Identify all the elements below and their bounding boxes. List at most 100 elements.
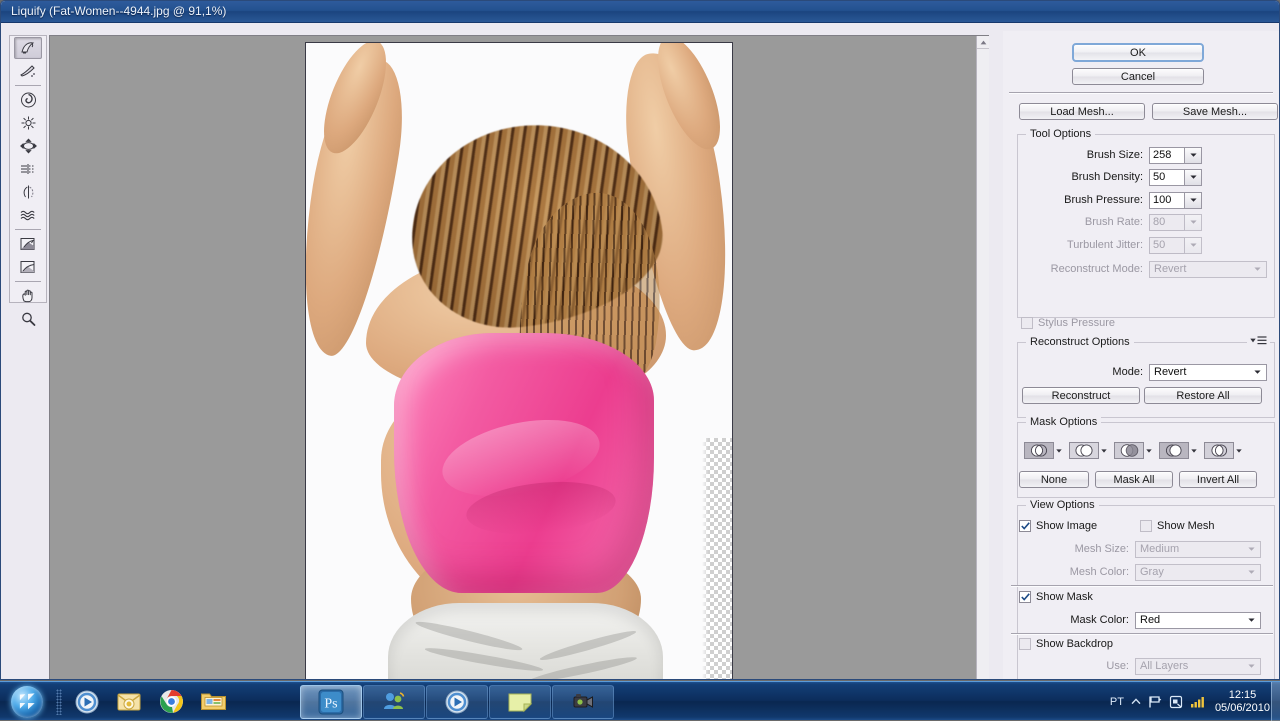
task-media-player[interactable] bbox=[426, 684, 488, 719]
push-left-tool[interactable] bbox=[14, 158, 42, 180]
outlook-icon bbox=[117, 693, 141, 710]
language-indicator[interactable]: PT bbox=[1110, 696, 1124, 708]
reconstruct-options-flyout-menu[interactable] bbox=[1247, 336, 1270, 345]
task-sticky-note[interactable] bbox=[489, 684, 551, 719]
image-canvas-area[interactable] bbox=[49, 35, 989, 679]
turbulence-tool[interactable] bbox=[14, 204, 42, 226]
mask-color-label: Mask Color: bbox=[1070, 614, 1129, 626]
brush-density-label: Brush Density: bbox=[1071, 171, 1143, 183]
title-bar[interactable]: Liquify (Fat-Women--4944.jpg @ 91,1%) bbox=[1, 1, 1279, 23]
mesh-color-select[interactable]: Gray bbox=[1135, 563, 1261, 581]
mirror-tool[interactable] bbox=[14, 181, 42, 203]
clock[interactable]: 12:15 05/06/2010 bbox=[1215, 689, 1270, 715]
save-mesh-button[interactable]: Save Mesh... bbox=[1152, 103, 1278, 120]
freeze-mask-tool[interactable] bbox=[14, 233, 42, 255]
brush-rate-input[interactable]: 80 bbox=[1149, 213, 1185, 231]
reconstruct-mode-combo[interactable]: Revert bbox=[1149, 363, 1267, 381]
action-center-icon[interactable] bbox=[1169, 695, 1183, 709]
quick-launch-media-player[interactable] bbox=[67, 684, 107, 720]
canvas-vertical-scrollbar[interactable] bbox=[976, 36, 989, 679]
reconstruct-button[interactable]: Reconstruct bbox=[1022, 387, 1140, 404]
cancel-button[interactable]: Cancel bbox=[1072, 68, 1204, 85]
stylus-pressure-label: Stylus Pressure bbox=[1038, 317, 1116, 329]
mask-mode-subtract-dropdown[interactable] bbox=[1145, 442, 1153, 459]
brush-pressure-dropdown[interactable] bbox=[1185, 191, 1202, 209]
task-photoshop[interactable]: Ps bbox=[300, 684, 362, 719]
brush-size-dropdown[interactable] bbox=[1185, 146, 1202, 164]
mask-mode-replace-dropdown[interactable] bbox=[1055, 442, 1063, 459]
mask-all-button[interactable]: Mask All bbox=[1095, 471, 1173, 488]
mask-color-select[interactable]: Red bbox=[1135, 611, 1261, 629]
bloat-tool[interactable] bbox=[14, 135, 42, 157]
mask-mode-invert-selection[interactable] bbox=[1204, 442, 1234, 459]
chevron-down-icon bbox=[1189, 198, 1197, 202]
mask-mode-invert-dropdown[interactable] bbox=[1235, 442, 1243, 459]
ok-button[interactable]: OK bbox=[1072, 43, 1204, 62]
network-signal-icon[interactable] bbox=[1190, 695, 1205, 708]
quick-launch-outlook[interactable] bbox=[109, 684, 149, 720]
brush-size-label: Brush Size: bbox=[1086, 149, 1143, 161]
mask-mode-intersect-with-selection[interactable] bbox=[1159, 442, 1189, 459]
pucker-tool[interactable] bbox=[14, 112, 42, 134]
brush-density-dropdown[interactable] bbox=[1185, 168, 1202, 186]
mask-mode-add-dropdown[interactable] bbox=[1100, 442, 1108, 459]
turbulent-jitter-dropdown[interactable] bbox=[1185, 236, 1202, 254]
show-image-checkbox[interactable]: Show Image bbox=[1019, 520, 1097, 532]
show-backdrop-checkbox[interactable]: Show Backdrop bbox=[1019, 638, 1113, 650]
show-mask-checkbox[interactable]: Show Mask bbox=[1019, 591, 1093, 603]
brush-pressure-input[interactable]: 100 bbox=[1149, 191, 1185, 209]
stylus-pressure-checkbox[interactable]: Stylus Pressure bbox=[1021, 317, 1115, 329]
show-mesh-box bbox=[1140, 520, 1152, 532]
invert-selection-icon bbox=[1211, 444, 1228, 457]
scroll-up-arrow[interactable] bbox=[977, 36, 989, 49]
load-mesh-button[interactable]: Load Mesh... bbox=[1019, 103, 1145, 120]
reconstruct-tool[interactable] bbox=[14, 60, 42, 82]
panel-divider bbox=[1009, 92, 1273, 94]
mask-none-button[interactable]: None bbox=[1019, 471, 1089, 488]
camera-icon bbox=[573, 693, 593, 708]
turbulent-jitter-input[interactable]: 50 bbox=[1149, 236, 1185, 254]
hand-tool[interactable] bbox=[14, 285, 42, 307]
task-messenger[interactable] bbox=[363, 684, 425, 719]
mesh-size-select[interactable]: Medium bbox=[1135, 540, 1261, 558]
forward-warp-tool[interactable] bbox=[14, 37, 42, 59]
show-mesh-checkbox[interactable]: Show Mesh bbox=[1140, 520, 1214, 532]
twirl-clockwise-tool[interactable] bbox=[14, 89, 42, 111]
quick-launch-chrome[interactable] bbox=[151, 684, 191, 720]
image-preview[interactable] bbox=[305, 42, 733, 679]
mask-color-row: Mask Color: Red bbox=[1017, 611, 1275, 629]
show-desktop-button[interactable] bbox=[1271, 682, 1280, 721]
mask-invert-all-button[interactable]: Invert All bbox=[1179, 471, 1257, 488]
brush-density-input[interactable]: 50 bbox=[1149, 168, 1185, 186]
reconstruct-mode-select-row: Mode: Revert bbox=[1017, 363, 1275, 381]
backdrop-use-select[interactable]: All Layers bbox=[1135, 657, 1261, 675]
reconstruct-mode-select[interactable]: Revert bbox=[1149, 260, 1267, 278]
toolbar-grip[interactable] bbox=[56, 688, 62, 715]
transparency-checkerboard bbox=[702, 438, 732, 679]
clock-date: 05/06/2010 bbox=[1214, 701, 1270, 714]
mask-mode-intersect-dropdown[interactable] bbox=[1190, 442, 1198, 459]
hand-icon bbox=[21, 289, 32, 303]
task-camera[interactable] bbox=[552, 684, 614, 719]
mask-mode-subtract-from-selection[interactable] bbox=[1114, 442, 1144, 459]
backdrop-use-row: Use: All Layers bbox=[1017, 657, 1275, 675]
show-hidden-icons-button[interactable] bbox=[1131, 698, 1141, 705]
mask-mode-add-to-selection[interactable] bbox=[1069, 442, 1099, 459]
quick-launch-explorer[interactable] bbox=[193, 684, 233, 720]
action-flag-icon[interactable] bbox=[1148, 695, 1162, 709]
view-options-divider bbox=[1011, 585, 1273, 587]
windows-taskbar: Ps PT 12:15 05/06/2010 bbox=[0, 681, 1280, 721]
tool-palette bbox=[9, 35, 47, 326]
tool-divider-2 bbox=[15, 229, 41, 230]
restore-all-button[interactable]: Restore All bbox=[1144, 387, 1262, 404]
thaw-mask-tool[interactable] bbox=[14, 256, 42, 278]
mesh-color-row: Mesh Color: Gray bbox=[1017, 563, 1275, 581]
brush-size-input[interactable]: 258 bbox=[1149, 146, 1185, 164]
zoom-tool[interactable] bbox=[14, 308, 42, 330]
backdrop-use-label: Use: bbox=[1106, 660, 1129, 672]
brush-rate-dropdown[interactable] bbox=[1185, 213, 1202, 231]
mask-mode-replace-selection[interactable] bbox=[1024, 442, 1054, 459]
start-button[interactable] bbox=[2, 683, 52, 720]
chevron-down-icon bbox=[1251, 370, 1264, 374]
chevron-down-icon bbox=[1245, 547, 1258, 551]
